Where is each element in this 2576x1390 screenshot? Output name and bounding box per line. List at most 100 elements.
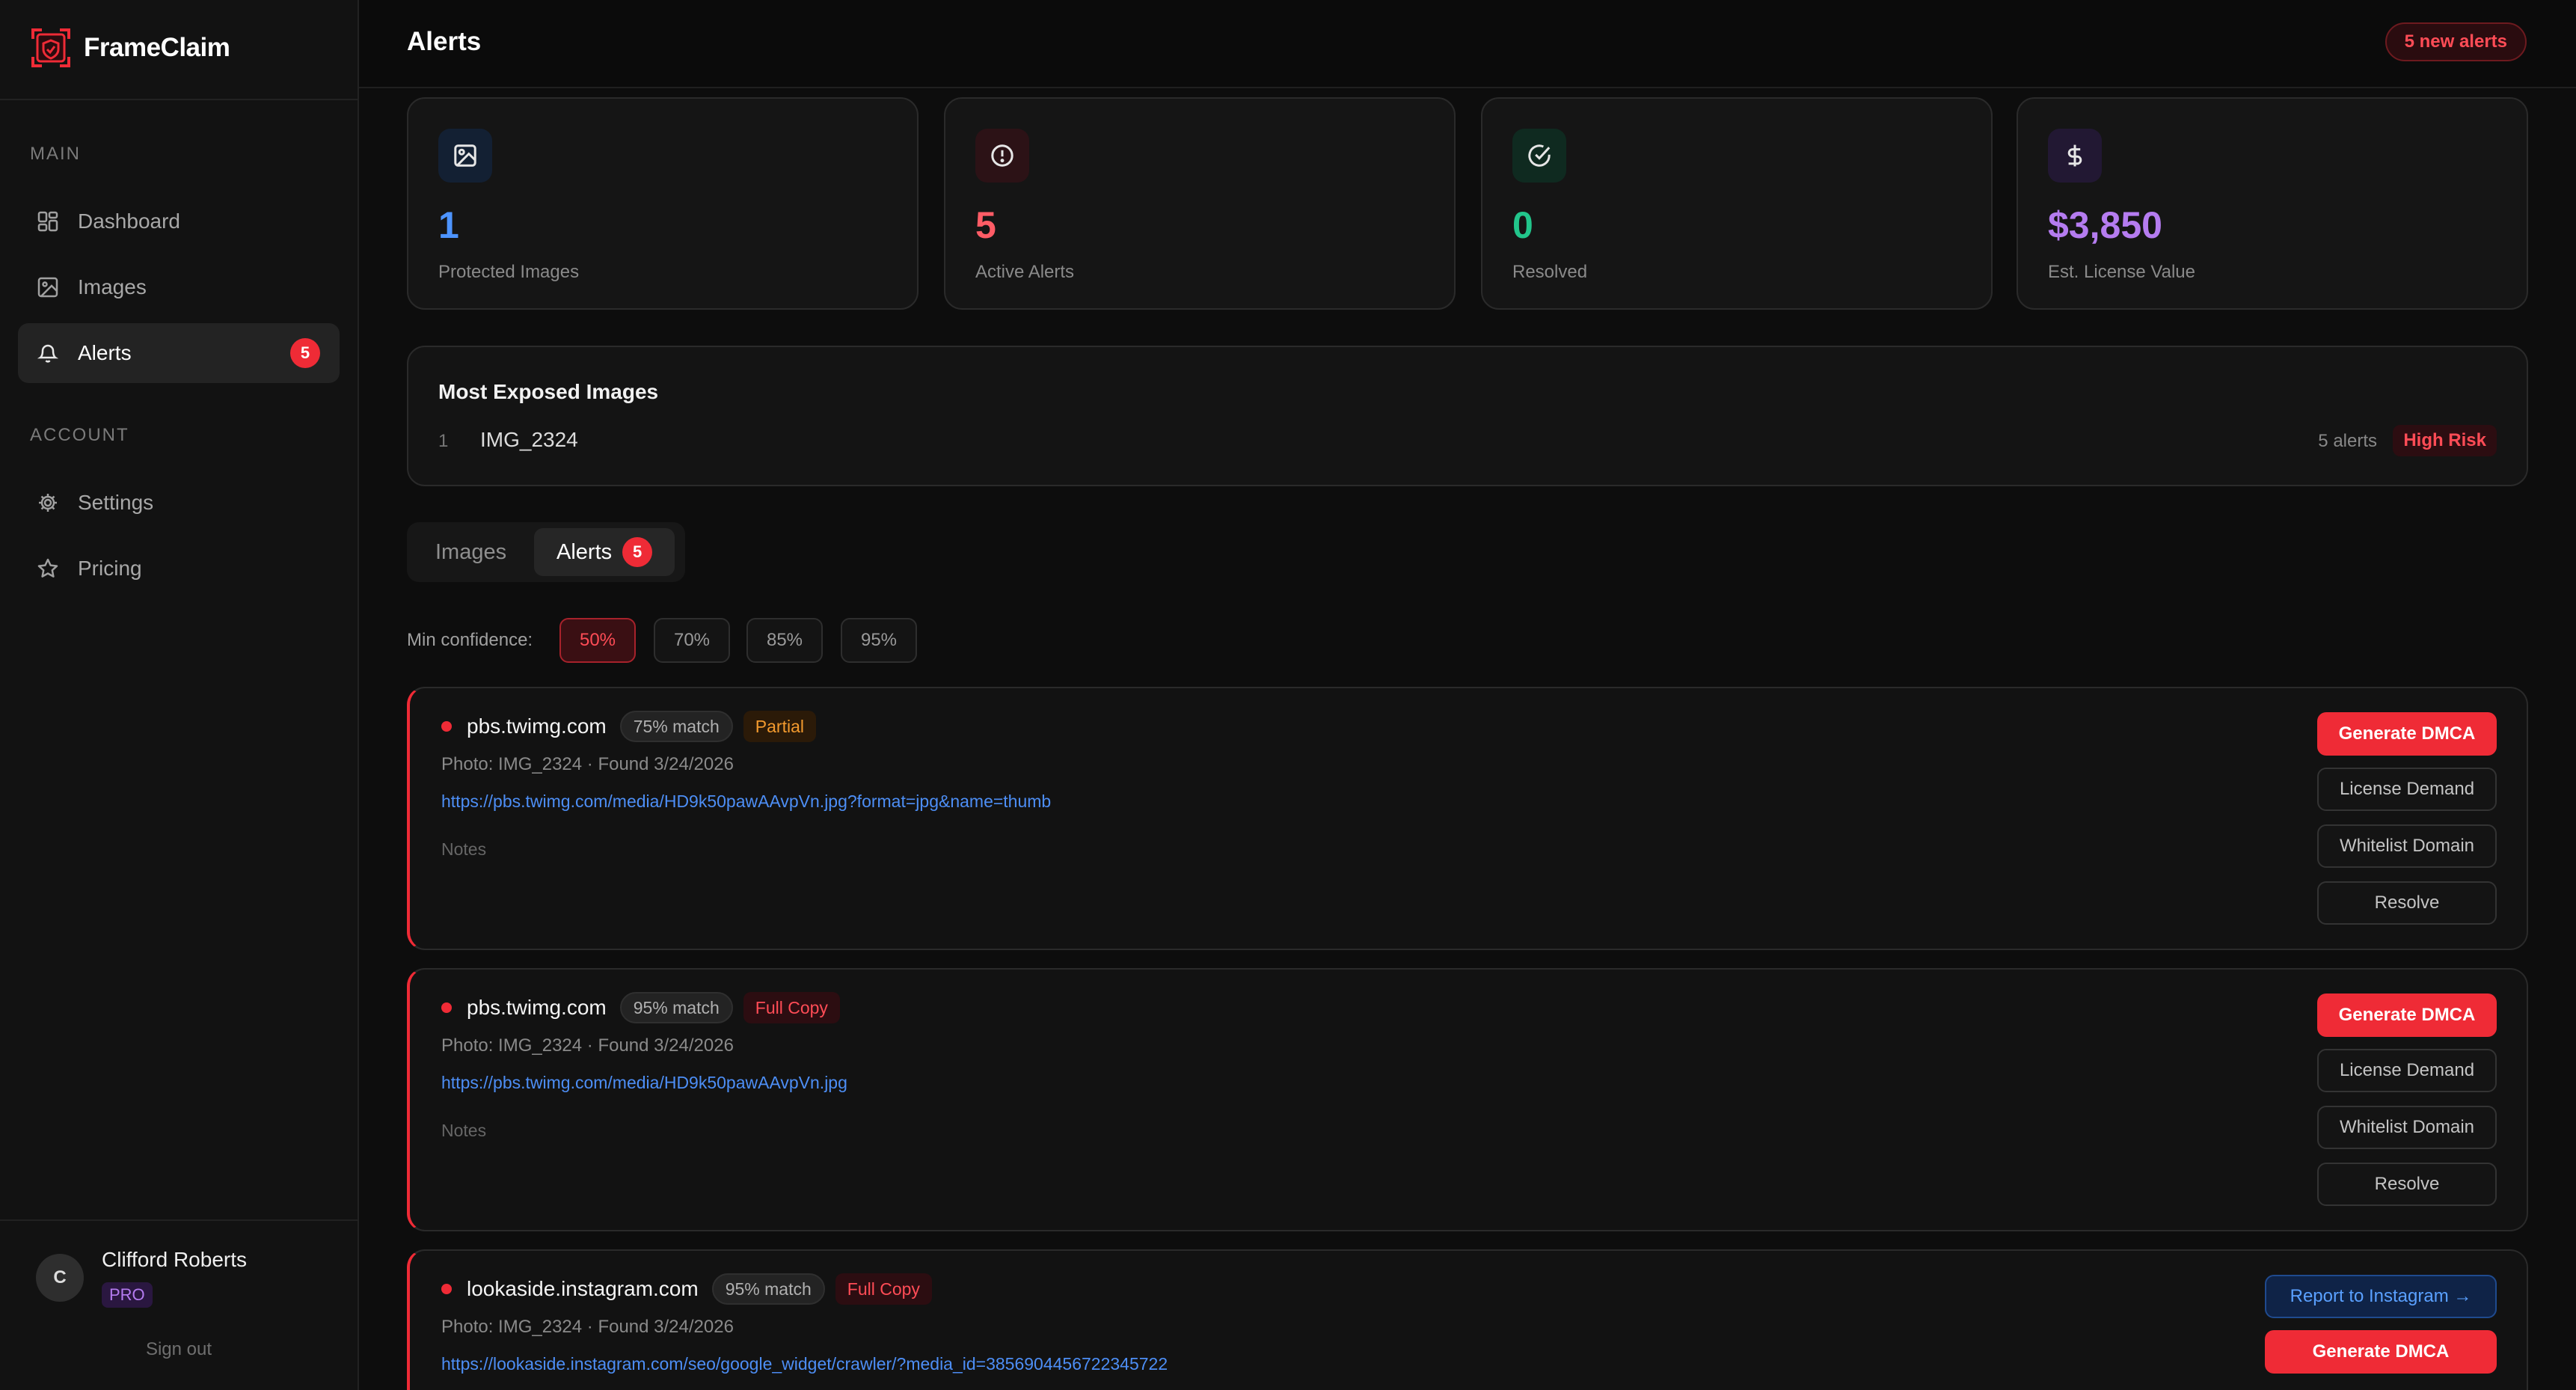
exposed-rank: 1 — [438, 431, 449, 451]
view-tabs: Images Alerts 5 — [407, 522, 685, 582]
stat-label: Resolved — [1512, 262, 1588, 282]
match-type-badge: Full Copy — [835, 1273, 932, 1305]
resolve-button[interactable]: Resolve — [2317, 1163, 2497, 1206]
user-divider — [0, 1219, 358, 1221]
dollar-icon — [2048, 129, 2102, 183]
stat-label: Active Alerts — [975, 262, 1075, 282]
generate-dmca-button[interactable]: Generate DMCA — [2317, 993, 2497, 1037]
nav-section-main: MAIN — [30, 144, 81, 164]
confidence-chip-70[interactable]: 70% — [654, 618, 730, 663]
stat-card-active-alerts: 5 Active Alerts — [944, 97, 1456, 310]
match-badge: 95% match — [711, 1273, 825, 1305]
license-demand-button[interactable]: License Demand — [2317, 768, 2497, 811]
app-root: FrameClaim MAIN Dashboard Images Alerts … — [0, 0, 2576, 1390]
sidebar-item-label: Pricing — [78, 557, 142, 580]
sidebar-item-label: Images — [78, 275, 147, 298]
stat-value: 5 — [975, 204, 996, 246]
stat-label: Protected Images — [438, 262, 580, 282]
alert-domain: lookaside.instagram.com — [467, 1277, 699, 1300]
sidebar-item-images[interactable]: Images — [18, 257, 340, 317]
confidence-chip-95[interactable]: 95% — [841, 618, 917, 663]
star-icon — [36, 557, 60, 581]
alert-url-link[interactable]: https://lookaside.instagram.com/seo/goog… — [441, 1354, 1168, 1374]
alert-domain: pbs.twimg.com — [467, 714, 607, 738]
sidebar-item-settings[interactable]: Settings — [18, 473, 340, 533]
alert-meta: Photo: IMG_2324 · Found 3/24/2026 — [441, 1035, 734, 1056]
status-dot — [441, 1284, 452, 1294]
generate-dmca-button[interactable]: Generate DMCA — [2265, 1330, 2497, 1374]
whitelist-domain-button[interactable]: Whitelist Domain — [2317, 1106, 2497, 1149]
alerts-count-badge: 5 — [290, 338, 320, 368]
sidebar-item-label: Settings — [78, 491, 154, 514]
alert-url-link[interactable]: https://pbs.twimg.com/media/HD9k50pawAAv… — [441, 792, 1051, 812]
user-name: Clifford Roberts — [102, 1248, 248, 1271]
sign-out-link[interactable]: Sign out — [0, 1339, 358, 1360]
resolve-button[interactable]: Resolve — [2317, 881, 2497, 925]
image-icon — [438, 129, 492, 183]
report-to-instagram-button[interactable]: Report to Instagram → — [2265, 1275, 2497, 1318]
alert-meta: Photo: IMG_2324 · Found 3/24/2026 — [441, 754, 734, 774]
sidebar-item-label: Alerts — [78, 341, 132, 364]
risk-badge: High Risk — [2393, 425, 2497, 456]
most-exposed-panel: Most Exposed Images 1 IMG_2324 5 alerts … — [407, 346, 2528, 486]
alert-header: pbs.twimg.com 75% match Partial — [441, 711, 816, 742]
brand-divider — [0, 99, 358, 100]
notes-input[interactable]: Notes — [441, 1121, 486, 1141]
match-type-badge: Partial — [743, 711, 816, 742]
alert-card: pbs.twimg.com 95% match Full Copy Photo:… — [407, 968, 2528, 1231]
alert-meta: Photo: IMG_2324 · Found 3/24/2026 — [441, 1317, 734, 1337]
stat-value: $3,850 — [2048, 204, 2162, 246]
bell-icon — [36, 341, 60, 365]
sidebar-item-alerts[interactable]: Alerts 5 — [18, 323, 340, 383]
whitelist-domain-button[interactable]: Whitelist Domain — [2317, 824, 2497, 868]
notes-input[interactable]: Notes — [441, 839, 486, 860]
alert-header: pbs.twimg.com 95% match Full Copy — [441, 992, 840, 1023]
stat-value: 1 — [438, 204, 459, 246]
stat-card-resolved: 0 Resolved — [1481, 97, 1993, 310]
alert-url-link[interactable]: https://pbs.twimg.com/media/HD9k50pawAAv… — [441, 1073, 847, 1093]
tab-count-badge: 5 — [622, 537, 653, 567]
exposed-alert-count: 5 alerts — [2318, 431, 2377, 451]
brand-name: FrameClaim — [84, 33, 230, 62]
confidence-chip-85[interactable]: 85% — [746, 618, 823, 663]
sidebar: FrameClaim MAIN Dashboard Images Alerts … — [0, 0, 359, 1390]
sidebar-item-dashboard[interactable]: Dashboard — [18, 192, 340, 251]
confidence-chip-50[interactable]: 50% — [559, 618, 636, 663]
alert-card: pbs.twimg.com 75% match Partial Photo: I… — [407, 687, 2528, 950]
page-title: Alerts — [407, 27, 482, 56]
tab-label: Alerts — [556, 539, 613, 564]
alert-circle-icon — [975, 129, 1029, 183]
match-badge: 75% match — [619, 711, 733, 742]
generate-dmca-button[interactable]: Generate DMCA — [2317, 712, 2497, 756]
frameclaim-logo-icon — [31, 28, 70, 67]
stat-value: 0 — [1512, 204, 1533, 246]
top-header: Alerts 5 new alerts — [359, 0, 2576, 88]
status-dot — [441, 1002, 452, 1013]
gear-icon — [36, 491, 60, 515]
tab-alerts[interactable]: Alerts 5 — [534, 528, 675, 576]
tab-label: Images — [435, 539, 507, 564]
check-circle-icon — [1512, 129, 1566, 183]
avatar[interactable]: C — [36, 1254, 84, 1302]
exposed-image-name[interactable]: IMG_2324 — [480, 428, 578, 452]
dashboard-icon — [36, 209, 60, 233]
confidence-filter-label: Min confidence: — [407, 630, 533, 650]
section-title: Most Exposed Images — [438, 380, 659, 403]
stat-card-protected-images: 1 Protected Images — [407, 97, 919, 310]
new-alerts-badge[interactable]: 5 new alerts — [2385, 22, 2527, 61]
stat-card-license-value: $3,850 Est. License Value — [2017, 97, 2528, 310]
match-badge: 95% match — [619, 992, 733, 1023]
alert-domain: pbs.twimg.com — [467, 996, 607, 1019]
alert-card: lookaside.instagram.com 95% match Full C… — [407, 1249, 2528, 1390]
stat-label: Est. License Value — [2048, 262, 2196, 282]
status-dot — [441, 721, 452, 732]
alert-header: lookaside.instagram.com 95% match Full C… — [441, 1273, 932, 1305]
tab-images[interactable]: Images — [413, 528, 529, 576]
license-demand-button[interactable]: License Demand — [2317, 1049, 2497, 1092]
match-type-badge: Full Copy — [743, 992, 840, 1023]
brand[interactable]: FrameClaim — [30, 27, 230, 69]
image-icon — [36, 275, 60, 299]
plan-badge: PRO — [102, 1282, 153, 1308]
sidebar-item-label: Dashboard — [78, 209, 180, 233]
sidebar-item-pricing[interactable]: Pricing — [18, 539, 340, 598]
